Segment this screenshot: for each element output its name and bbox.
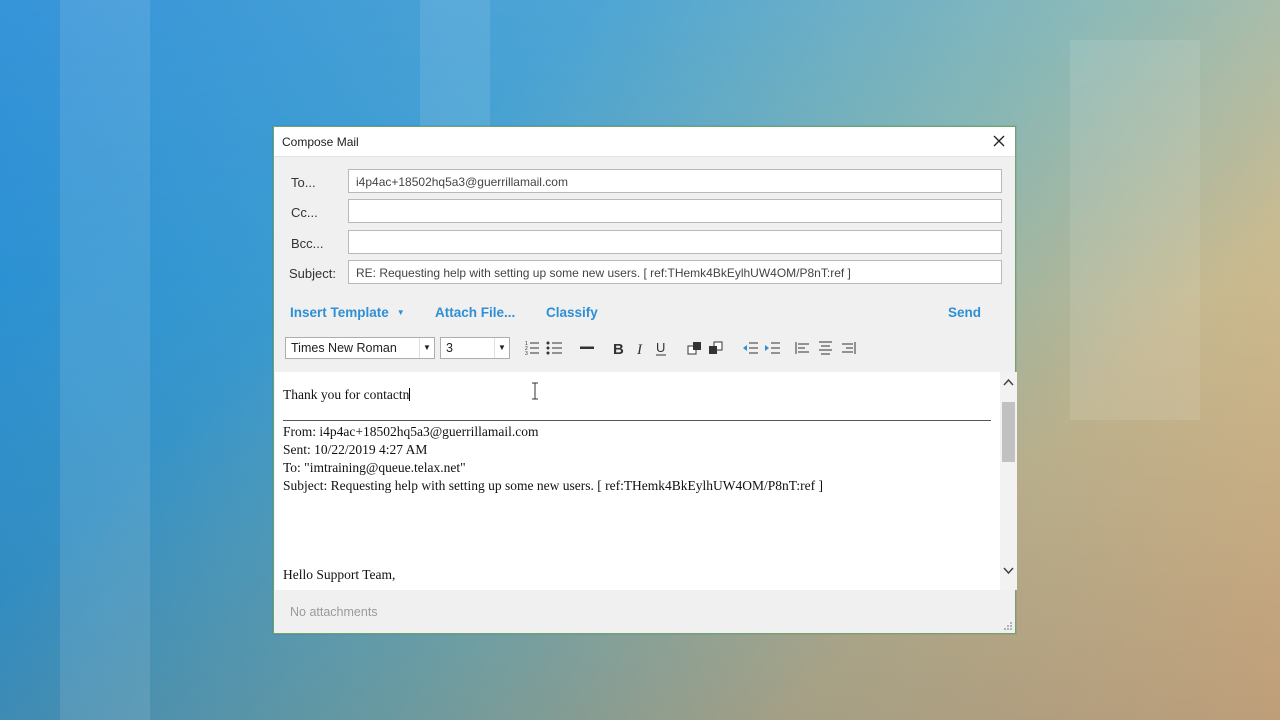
vertical-scrollbar[interactable] [1000,372,1017,590]
align-center-icon[interactable] [817,340,835,356]
svg-text:B: B [613,341,624,356]
resize-grip-icon[interactable] [1003,621,1013,631]
subject-row: Subject: RE: Requesting help with settin… [274,260,1015,286]
font-family-select[interactable]: Times New Roman ▼ [285,337,435,359]
background-building [60,0,150,720]
subject-field[interactable]: RE: Requesting help with setting up some… [348,260,1002,284]
window-title: Compose Mail [282,135,359,149]
svg-text:I: I [636,342,643,356]
bold-icon[interactable]: B [611,340,629,356]
chevron-down-icon: ▼ [494,338,509,358]
horizontal-rule-icon[interactable] [579,340,597,356]
align-right-icon[interactable] [839,340,857,356]
align-left-icon[interactable] [795,340,813,356]
quoted-subject: Subject: Requesting help with setting up… [283,478,823,493]
message-body-editor[interactable]: Thank you for contactn From: i4p4ac+1850… [275,372,1017,590]
bullet-list-icon[interactable] [546,340,564,356]
bcc-label[interactable]: Bcc... [291,236,324,251]
bring-forward-icon[interactable] [687,340,705,356]
text-cursor [409,388,411,401]
quoted-to: To: "imtraining@queue.telax.net" [283,460,466,475]
attach-file-button[interactable]: Attach File... [435,305,515,320]
italic-icon[interactable]: I [634,340,652,356]
cc-field[interactable] [348,199,1002,223]
send-backward-icon[interactable] [708,340,726,356]
outdent-icon[interactable] [742,340,760,356]
to-field[interactable]: i4p4ac+18502hq5a3@guerrillamail.com [348,169,1002,193]
cc-label[interactable]: Cc... [291,205,318,220]
svg-text:3: 3 [525,351,528,356]
reply-text[interactable]: Thank you for contactn [283,387,411,403]
no-attachments-label: No attachments [290,605,378,619]
insert-template-label: Insert Template [290,305,389,320]
chevron-down-icon: ▼ [419,338,434,358]
quoted-greeting: Hello Support Team, [283,567,396,582]
font-size-value: 3 [446,341,453,355]
cc-row: Cc... [274,199,1015,225]
scroll-up-icon[interactable] [1000,374,1017,391]
quoted-divider [283,420,991,421]
close-icon[interactable] [989,131,1009,151]
chevron-down-icon: ▼ [396,308,405,317]
format-toolbar: Times New Roman ▼ 3 ▼ 1 2 3 B I U [274,335,1015,361]
to-row: To... i4p4ac+18502hq5a3@guerrillamail.co… [274,169,1015,195]
scroll-thumb[interactable] [1002,402,1015,462]
quoted-from: From: i4p4ac+18502hq5a3@guerrillamail.co… [283,424,539,439]
font-family-value: Times New Roman [291,341,397,355]
title-bar: Compose Mail [274,127,1015,157]
background-building [1070,40,1200,420]
typed-text: Thank you for contactn [283,387,410,402]
subject-label: Subject: [289,266,336,281]
bcc-field[interactable] [348,230,1002,254]
to-label[interactable]: To... [291,175,316,190]
insert-template-button[interactable]: Insert Template ▼ [290,305,405,320]
classify-button[interactable]: Classify [546,305,598,320]
indent-icon[interactable] [764,340,782,356]
send-button[interactable]: Send [948,305,981,320]
compose-mail-window: Compose Mail To... i4p4ac+18502hq5a3@gue… [273,126,1017,634]
scroll-down-icon[interactable] [1000,562,1017,579]
svg-text:U: U [656,340,665,355]
quoted-sent: Sent: 10/22/2019 4:27 AM [283,442,428,457]
action-bar: Insert Template ▼ Attach File... Classify… [274,301,1015,325]
attachments-bar: No attachments [274,590,1015,633]
ibeam-cursor-icon [532,382,538,400]
numbered-list-icon[interactable]: 1 2 3 [525,340,543,356]
font-size-select[interactable]: 3 ▼ [440,337,510,359]
bcc-row: Bcc... [274,230,1015,256]
underline-icon[interactable]: U [654,340,672,356]
